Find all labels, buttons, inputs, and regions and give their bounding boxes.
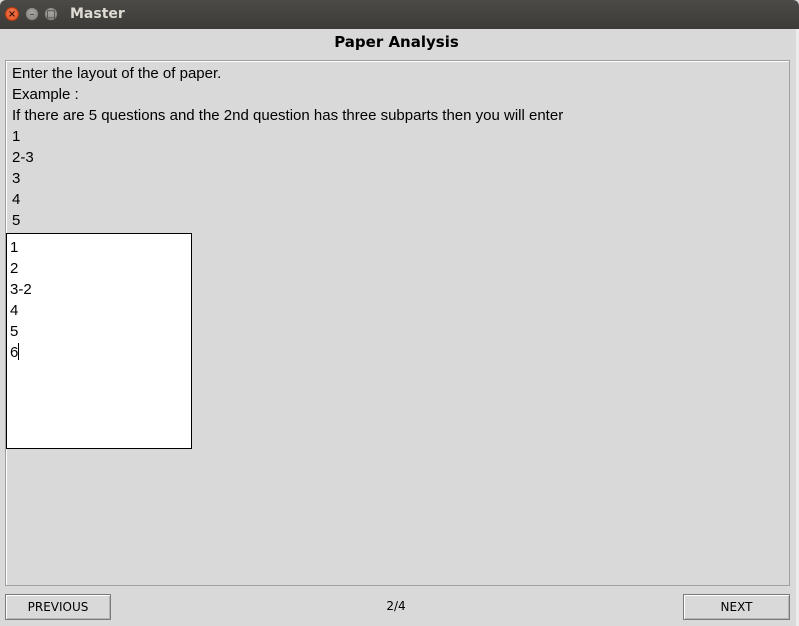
input-line-4: 4 [10,302,19,319]
instruction-line-1: Enter the layout of the of paper. [12,65,222,82]
instruction-line-3: If there are 5 questions and the 2nd que… [12,107,564,124]
input-line-6: 6 [10,344,19,361]
example-line-3: 3 [12,170,21,187]
input-line-1: 1 [10,239,19,256]
app-window: × – □ Master Paper Analysis Enter the la… [0,0,799,626]
input-line-6-row: 6 [10,342,191,363]
page-indicator: 2/4 [386,599,406,613]
input-line-2: 2 [10,260,19,277]
close-icon[interactable]: × [5,7,19,21]
instruction-line-2: Example : [12,86,79,103]
input-line-3: 3-2 [10,281,32,298]
text-cursor [18,343,20,360]
maximize-icon[interactable]: □ [44,7,58,21]
input-line-5: 5 [10,323,19,340]
example-line-2: 2-3 [12,149,34,166]
minimize-icon[interactable]: – [25,7,39,21]
window-title: Master [70,6,125,22]
next-button[interactable]: NEXT [683,594,790,620]
page-title: Paper Analysis [334,33,459,51]
example-line-5: 5 [12,212,21,229]
previous-button[interactable]: PREVIOUS [5,594,111,620]
title-bar[interactable]: × – □ Master [0,0,799,29]
example-line-4: 4 [12,191,21,208]
layout-input-textarea[interactable]: 1 2 3-2 4 5 6 [6,233,192,449]
example-line-1: 1 [12,128,21,145]
